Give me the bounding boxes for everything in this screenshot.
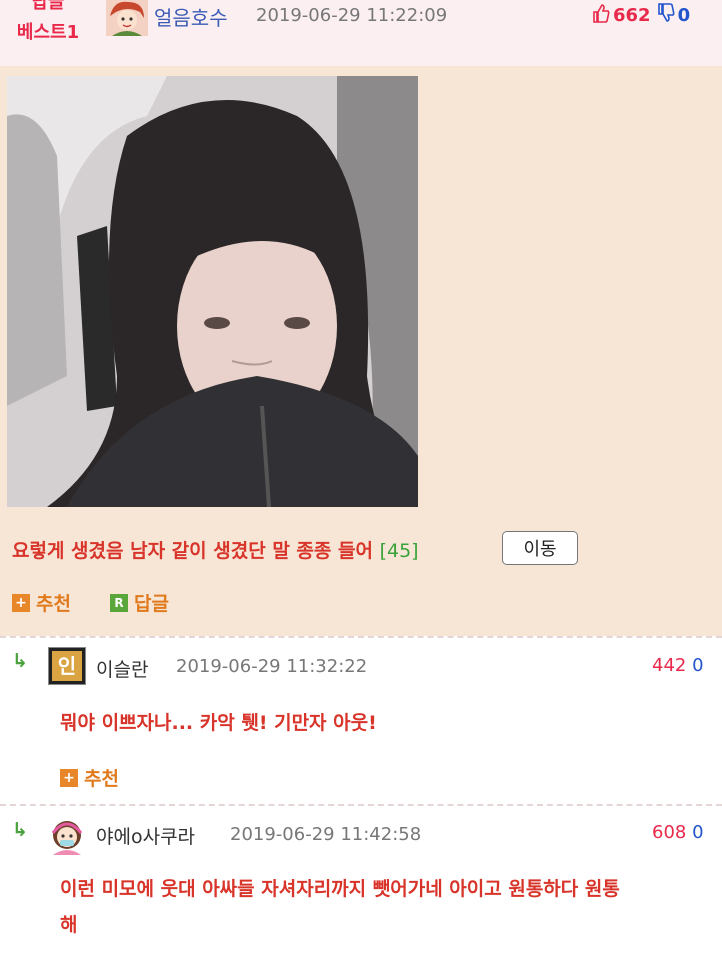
thumbs-up-icon[interactable] xyxy=(592,3,610,28)
plus-icon: + xyxy=(12,593,30,612)
reply-arrow-icon: ↳ xyxy=(12,819,28,841)
downvote-count: 0 xyxy=(677,5,691,26)
comment-text: 이런 미모에 웃대 아싸들 자셔자리까지 뺏어가네 아이고 원통하다 원통 해 xyxy=(60,869,720,945)
upvote-count: 662 xyxy=(613,5,651,26)
recommend-label: 추천 xyxy=(36,593,71,615)
move-button[interactable]: 이동 xyxy=(502,531,578,565)
comment-datetime: 2019-06-29 11:42:58 xyxy=(230,824,422,845)
avatar-text: 인 xyxy=(52,651,82,681)
upvote-count: 442 xyxy=(652,655,687,676)
reply-button[interactable]: R 답글 xyxy=(110,589,169,616)
downvote-count: 0 xyxy=(692,655,704,676)
post-content-text: 요렇게 생겼음 남자 같이 생겼단 말 종종 들어 xyxy=(12,540,373,562)
post-datetime: 2019-06-29 11:22:09 xyxy=(256,5,448,26)
downvote-count: 0 xyxy=(692,822,704,843)
upvote-count: 608 xyxy=(652,822,687,843)
post-votes: 662 0 xyxy=(592,3,690,28)
comment-text-line2: 해 xyxy=(60,914,78,936)
best-badge: 답글 베스트1 xyxy=(8,0,88,44)
recommend-label: 추천 xyxy=(84,768,119,790)
recommend-button[interactable]: + 추천 xyxy=(60,764,119,791)
recommend-button[interactable]: + 추천 xyxy=(12,589,71,616)
divider xyxy=(0,636,722,638)
comment-datetime: 2019-06-29 11:32:22 xyxy=(176,656,368,677)
reply-icon: R xyxy=(110,593,128,612)
avatar[interactable] xyxy=(106,0,148,36)
comment-nickname[interactable]: 이슬란 xyxy=(96,655,148,682)
post-nickname[interactable]: 얼음호수 xyxy=(154,2,228,31)
post-content: 요렇게 생겼음 남자 같이 생겼단 말 종종 들어 [45] xyxy=(12,536,419,563)
reply-label: 답글 xyxy=(134,593,169,615)
comment-votes: 442 0 xyxy=(652,655,704,676)
post-photo[interactable] xyxy=(7,76,418,507)
comment-text: 뭐야 이쁘자나... 카악 퉷! 기만자 아웃! xyxy=(60,712,377,734)
thumbs-down-icon[interactable] xyxy=(657,3,675,28)
comment-text-line1: 이런 미모에 웃대 아싸들 자셔자리까지 뺏어가네 아이고 원통하다 원통 xyxy=(60,878,620,900)
comment-nickname[interactable]: 야에o사쿠라 xyxy=(96,822,195,849)
avatar[interactable] xyxy=(48,815,86,855)
reply-arrow-icon: ↳ xyxy=(12,650,28,672)
plus-icon: + xyxy=(60,768,78,787)
avatar[interactable]: 인 xyxy=(48,647,86,685)
divider xyxy=(0,804,722,806)
comment-votes: 608 0 xyxy=(652,822,704,843)
reply-count[interactable]: [45] xyxy=(380,540,419,562)
best-badge-line2: 베스트1 xyxy=(16,22,80,43)
best-badge-line1: 답글 xyxy=(31,0,65,13)
